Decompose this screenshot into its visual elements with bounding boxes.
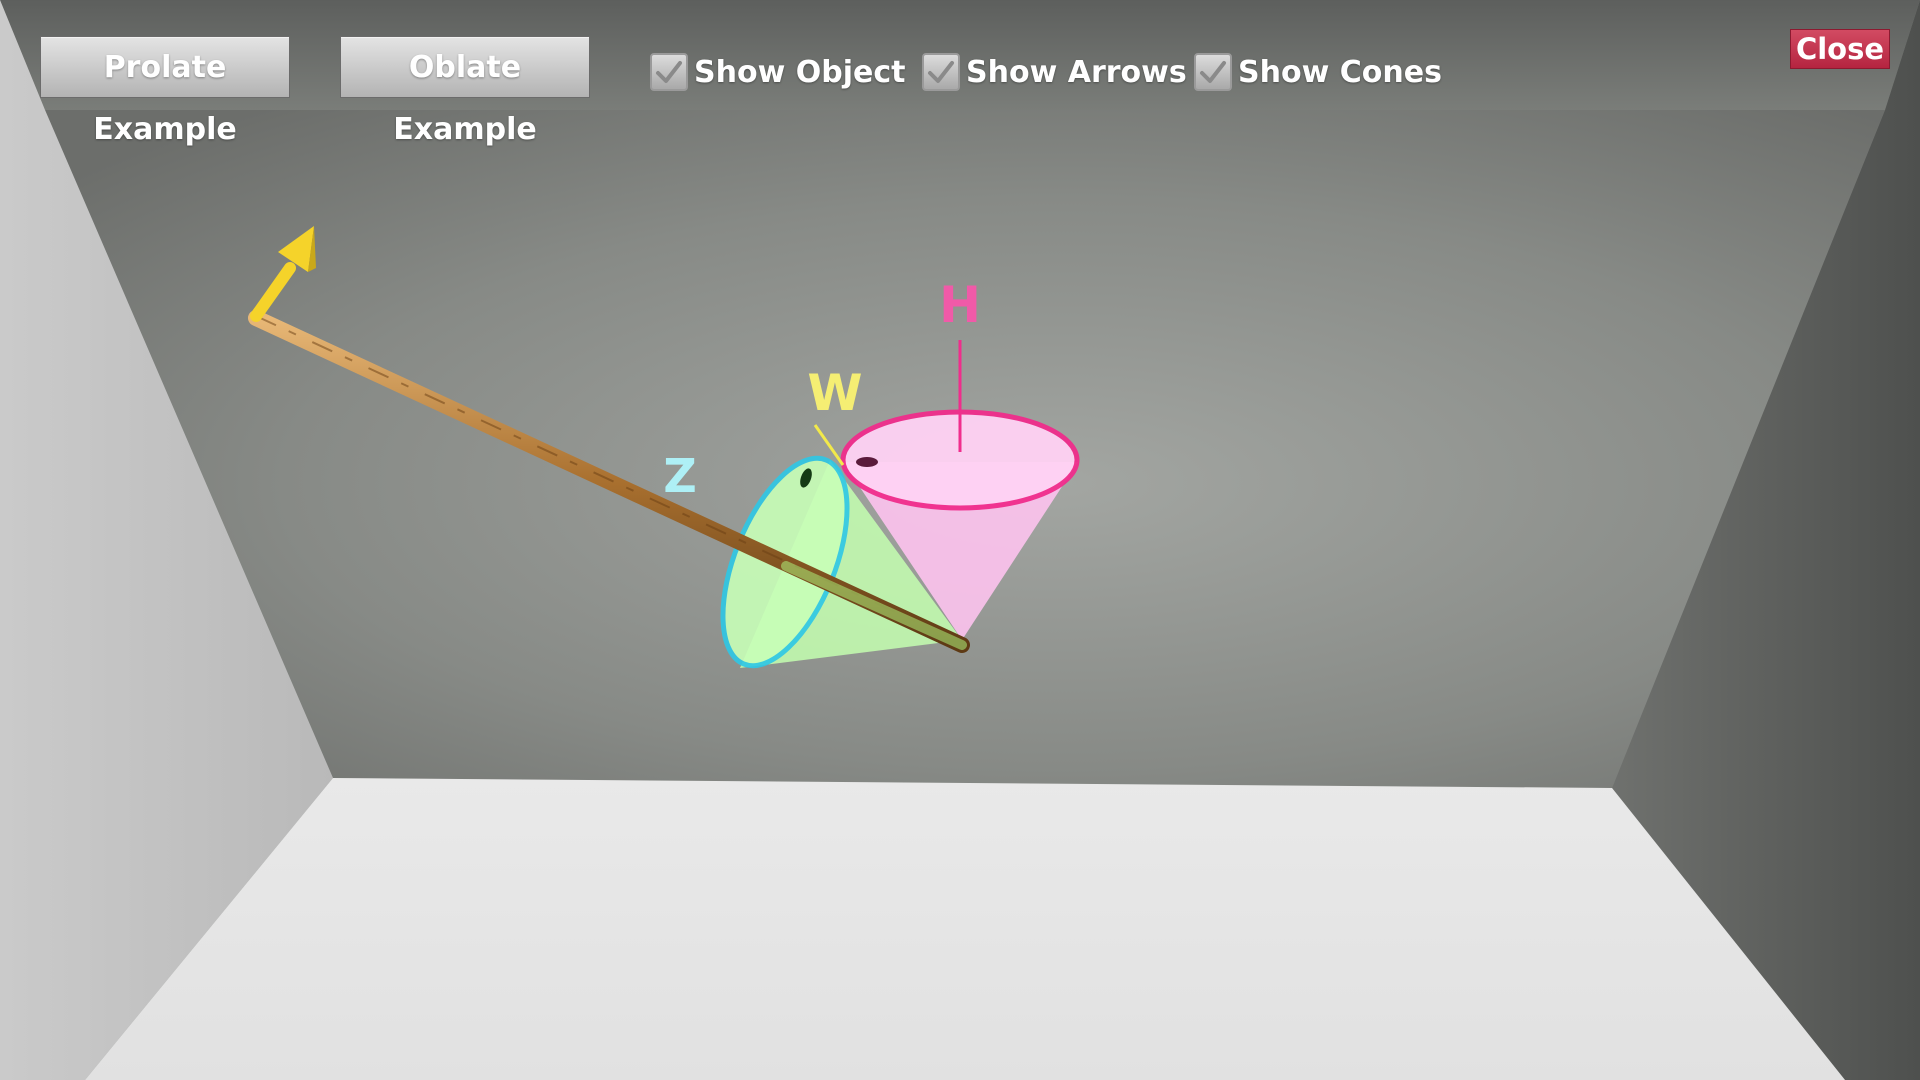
checkmark-icon bbox=[1200, 61, 1226, 83]
show-arrows-label: Show Arrows bbox=[966, 54, 1187, 90]
close-button[interactable]: Close bbox=[1790, 29, 1890, 69]
h-cone-hole bbox=[856, 457, 878, 467]
prolate-example-button[interactable]: Prolate Example bbox=[40, 36, 290, 147]
checkmark-icon bbox=[656, 61, 682, 83]
axis-label-z: Z bbox=[663, 449, 696, 503]
floor bbox=[85, 778, 1845, 1080]
show-arrows-toggle[interactable]: Show Arrows bbox=[922, 50, 1187, 94]
show-cones-checkbox[interactable] bbox=[1194, 53, 1232, 91]
show-arrows-checkbox[interactable] bbox=[922, 53, 960, 91]
show-object-checkbox[interactable] bbox=[650, 53, 688, 91]
checkmark-icon bbox=[928, 61, 954, 83]
3d-viewport: H W Z bbox=[0, 0, 1920, 1080]
show-cones-toggle[interactable]: Show Cones bbox=[1194, 50, 1442, 94]
oblate-example-button[interactable]: Oblate Example bbox=[340, 36, 590, 147]
show-object-toggle[interactable]: Show Object bbox=[650, 50, 905, 94]
axis-label-w: W bbox=[807, 364, 862, 422]
show-cones-label: Show Cones bbox=[1238, 54, 1442, 90]
show-object-label: Show Object bbox=[694, 54, 906, 90]
axis-label-h: H bbox=[939, 276, 981, 334]
